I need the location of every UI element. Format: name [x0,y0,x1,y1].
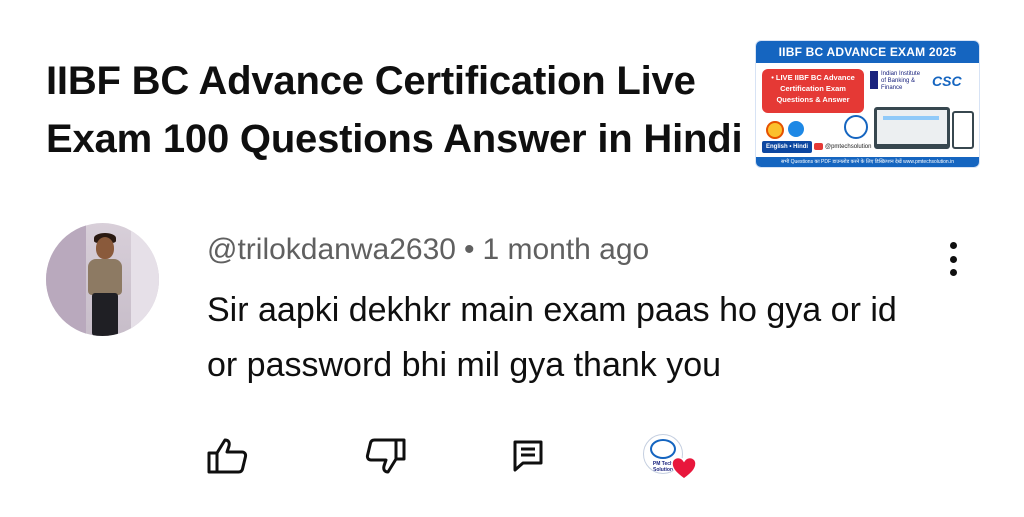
creator-heart-badge: PM Tech Solution [640,432,702,484]
thumbnail-banner: IIBF BC ADVANCE EXAM 2025 [756,41,979,63]
csc-logo: CSC [932,73,962,89]
medal-icon [766,121,784,139]
thumbnail-channel-handle: @pmtechsolution [825,144,872,150]
translate-icon [788,121,804,137]
iibf-logo-text: Indian Institute of Banking & Finance [881,71,921,91]
thumbnail-language-tag: English • Hindi [762,141,813,153]
more-vert-icon [949,242,957,249]
reply-icon [513,440,543,472]
comment-author[interactable]: @trilokdanwa2630 [207,233,456,266]
dislike-button[interactable] [364,434,408,478]
thumbnail-live-badge: • LIVE IIBF BC Advance Certification Exa… [762,69,864,113]
phone-icon [952,111,974,149]
like-button[interactable] [205,434,249,478]
thumbnail-channel: @pmtechsolution [814,142,871,152]
dislike-icon [365,438,406,474]
comment-meta: @trilokdanwa2630 • 1 month ago [207,232,649,268]
meta-separator: • [463,233,475,266]
commenter-avatar[interactable] [46,223,159,336]
channel-logo-icon [844,115,868,139]
comment-text: Sir aapki dekhkr main exam paas ho gya o… [207,291,897,384]
reply-button[interactable] [506,434,550,478]
youtube-icon [814,142,823,150]
heart-icon [671,456,697,480]
like-icon [207,438,248,474]
video-title[interactable]: IIBF BC Advance Certification Live Exam … [46,52,746,168]
more-options-button[interactable] [938,238,968,280]
thumbnail-footer: सभी Questions का PDF डाउनलोड करने के लिए… [756,157,979,167]
comment-timestamp: 1 month ago [482,233,650,266]
iibf-logo: Indian Institute of Banking & Finance [870,71,926,92]
laptop-icon [874,107,950,149]
video-thumbnail[interactable]: IIBF BC ADVANCE EXAM 2025 • LIVE IIBF BC… [755,40,980,168]
